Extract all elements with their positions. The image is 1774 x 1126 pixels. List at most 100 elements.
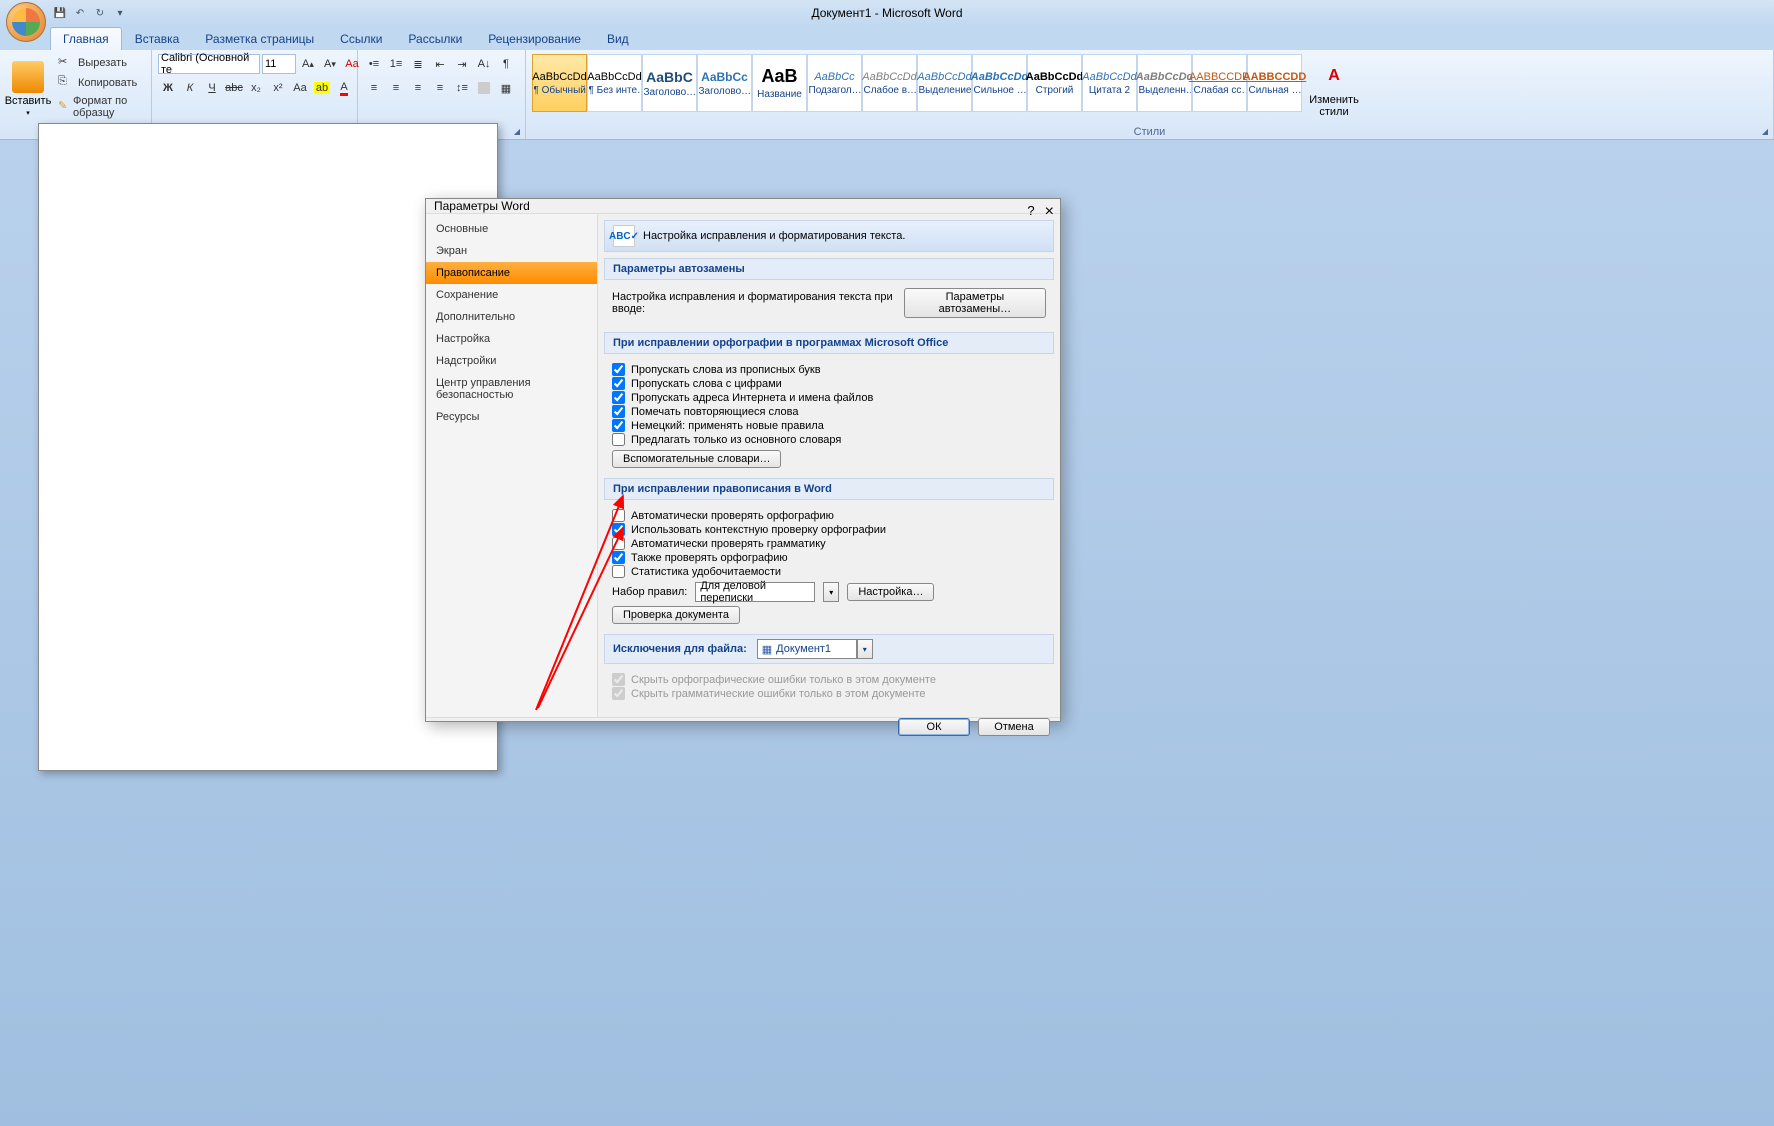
custom-dict-button[interactable]: Вспомогательные словари… [612, 450, 781, 468]
change-case-button[interactable]: Aa [290, 78, 310, 98]
grow-font-button[interactable]: A▴ [298, 54, 318, 74]
cbx-main-dict[interactable]: Предлагать только из основного словаря [612, 433, 1046, 446]
align-center-button[interactable]: ≡ [386, 78, 406, 98]
highlight-button[interactable]: ab [312, 78, 332, 98]
close-button[interactable]: × [1045, 203, 1054, 221]
bullets-button[interactable]: •≡ [364, 54, 384, 74]
nav-proofing[interactable]: Правописание [426, 262, 597, 284]
nav-display[interactable]: Экран [426, 240, 597, 262]
ok-button[interactable]: ОК [898, 718, 970, 736]
cbx-internet[interactable]: Пропускать адреса Интернета и имена файл… [612, 391, 1046, 404]
tab-mailings[interactable]: Рассылки [395, 27, 475, 50]
nav-customize[interactable]: Настройка [426, 328, 597, 350]
font-color-button[interactable]: A [334, 78, 354, 98]
align-justify-button[interactable]: ≡ [430, 78, 450, 98]
cbx-auto-grammar[interactable]: Автоматически проверять грамматику [612, 537, 1046, 550]
tab-review[interactable]: Рецензирование [475, 27, 594, 50]
save-icon[interactable]: 💾 [52, 5, 68, 21]
tab-view[interactable]: Вид [594, 27, 642, 50]
style-item[interactable]: AaBbCcDdЦитата 2 [1082, 54, 1137, 112]
strike-button[interactable]: abc [224, 78, 244, 98]
ribbon-tabs: Главная Вставка Разметка страницы Ссылки… [0, 26, 1774, 50]
abc-check-icon: ABC✓ [613, 225, 635, 247]
dialog-titlebar[interactable]: Параметры Word ? × [426, 199, 1060, 213]
dialog-launcher-icon[interactable]: ◢ [511, 125, 523, 137]
style-item[interactable]: AaBНазвание [752, 54, 807, 112]
exceptions-file-select[interactable]: ▦ Документ1 [757, 639, 857, 659]
nav-advanced[interactable]: Дополнительно [426, 306, 597, 328]
numbering-button[interactable]: 1≡ [386, 54, 406, 74]
dialog-launcher-icon[interactable]: ◢ [1759, 125, 1771, 137]
style-item[interactable]: AaBbCcDd¶ Без инте… [587, 54, 642, 112]
cut-button[interactable]: ✂Вырезать [54, 54, 145, 72]
undo-icon[interactable]: ↶ [72, 5, 88, 21]
style-item[interactable]: AaBbCcDdСтрогий [1027, 54, 1082, 112]
cbx-repeated[interactable]: Помечать повторяющиеся слова [612, 405, 1046, 418]
style-item[interactable]: AaBbCЗаголово… [642, 54, 697, 112]
font-name-combo[interactable]: Calibri (Основной те [158, 54, 260, 74]
style-item[interactable]: AaBbCcЗаголово… [697, 54, 752, 112]
tab-references[interactable]: Ссылки [327, 27, 395, 50]
multilevel-button[interactable]: ≣ [408, 54, 428, 74]
superscript-button[interactable]: x² [268, 78, 288, 98]
qat-menu-icon[interactable]: ▾ [112, 5, 128, 21]
autocorrect-options-button[interactable]: Параметры автозамены… [904, 288, 1046, 318]
line-spacing-button[interactable]: ↕≡ [452, 78, 472, 98]
cbx-also-spell[interactable]: Также проверять орфографию [612, 551, 1046, 564]
check-document-button[interactable]: Проверка документа [612, 606, 740, 624]
cbx-auto-spell[interactable]: Автоматически проверять орфографию [612, 509, 1046, 522]
redo-icon[interactable]: ↻ [92, 5, 108, 21]
subscript-button[interactable]: x₂ [246, 78, 266, 98]
shrink-font-button[interactable]: A▾ [320, 54, 340, 74]
rules-select[interactable]: Для деловой переписки [695, 582, 815, 602]
style-item[interactable]: AABBCCDDСлабая сс… [1192, 54, 1247, 112]
cbx-contextual[interactable]: Использовать контекстную проверку орфогр… [612, 523, 1046, 536]
rules-settings-button[interactable]: Настройка… [847, 583, 934, 601]
nav-general[interactable]: Основные [426, 218, 597, 240]
italic-button[interactable]: К [180, 78, 200, 98]
format-painter-button[interactable]: ✎Формат по образцу [54, 94, 145, 120]
copy-button[interactable]: ⎘Копировать [54, 74, 145, 92]
nav-resources[interactable]: Ресурсы [426, 406, 597, 428]
sort-button[interactable]: A↓ [474, 54, 494, 74]
chevron-down-icon[interactable]: ▾ [823, 582, 839, 602]
style-item[interactable]: AaBbCcDdВыделение [917, 54, 972, 112]
styles-gallery[interactable]: AaBbCcDd¶ ОбычныйAaBbCcDd¶ Без инте…AaBb… [532, 54, 1302, 123]
tab-home[interactable]: Главная [50, 27, 122, 50]
align-right-button[interactable]: ≡ [408, 78, 428, 98]
bold-button[interactable]: Ж [158, 78, 178, 98]
cbx-numbers[interactable]: Пропускать слова с цифрами [612, 377, 1046, 390]
paste-button[interactable]: Вставить ▾ [6, 54, 50, 123]
change-styles-button[interactable]: A Изменить стили [1306, 54, 1362, 123]
office-button[interactable] [6, 2, 46, 42]
word-doc-icon: ▦ [762, 643, 772, 656]
dec-indent-button[interactable]: ⇤ [430, 54, 450, 74]
tab-pagelayout[interactable]: Разметка страницы [192, 27, 327, 50]
tab-insert[interactable]: Вставка [122, 27, 193, 50]
borders-button[interactable]: ▦ [496, 78, 516, 98]
font-size-combo[interactable]: 11 [262, 54, 296, 74]
dialog-footer: ОК Отмена [426, 717, 1060, 736]
show-marks-button[interactable]: ¶ [496, 54, 516, 74]
cbx-german[interactable]: Немецкий: применять новые правила [612, 419, 1046, 432]
style-item[interactable]: AaBbCcDdСильное … [972, 54, 1027, 112]
word-options-dialog: Параметры Word ? × Основные Экран Правоп… [425, 198, 1061, 722]
align-left-button[interactable]: ≡ [364, 78, 384, 98]
style-item[interactable]: AABBCCDDСильная … [1247, 54, 1302, 112]
style-item[interactable]: AaBbCcПодзагол… [807, 54, 862, 112]
nav-save[interactable]: Сохранение [426, 284, 597, 306]
style-item[interactable]: AaBbCcDdСлабое в… [862, 54, 917, 112]
chevron-down-icon[interactable]: ▾ [857, 639, 873, 659]
cbx-uppercase[interactable]: Пропускать слова из прописных букв [612, 363, 1046, 376]
inc-indent-button[interactable]: ⇥ [452, 54, 472, 74]
nav-addins[interactable]: Надстройки [426, 350, 597, 372]
underline-button[interactable]: Ч [202, 78, 222, 98]
dialog-nav: Основные Экран Правописание Сохранение Д… [426, 214, 598, 717]
cbx-readability[interactable]: Статистика удобочитаемости [612, 565, 1046, 578]
cancel-button[interactable]: Отмена [978, 718, 1050, 736]
style-item[interactable]: AaBbCcDdВыделенн… [1137, 54, 1192, 112]
help-button[interactable]: ? [1027, 203, 1034, 221]
style-item[interactable]: AaBbCcDd¶ Обычный [532, 54, 587, 112]
shading-button[interactable] [474, 78, 494, 98]
nav-trustcenter[interactable]: Центр управления безопасностью [426, 372, 597, 406]
